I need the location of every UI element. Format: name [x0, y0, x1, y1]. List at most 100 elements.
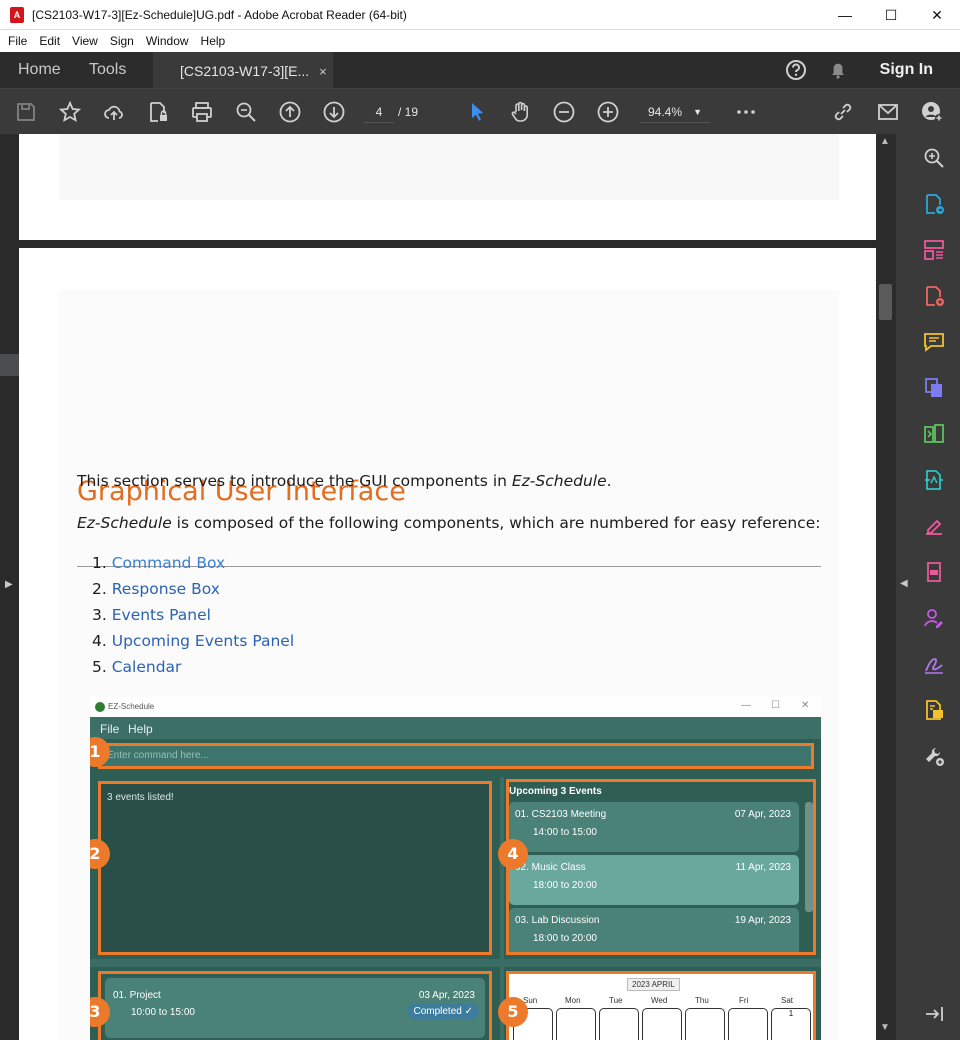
more-options-icon[interactable]	[734, 100, 758, 124]
collapse-pane-icon[interactable]: ◀	[900, 578, 908, 589]
share-link-icon[interactable]	[831, 100, 855, 124]
fill-sign-tool-icon[interactable]	[922, 514, 946, 538]
link-events-panel[interactable]: Events Panel	[112, 606, 211, 624]
bookmark-star-icon[interactable]	[58, 100, 82, 124]
scan-document-tool-icon[interactable]	[922, 560, 946, 584]
collapse-tools-icon[interactable]	[922, 1002, 946, 1026]
menu-file[interactable]: File	[2, 34, 33, 48]
combine-files-tool-icon[interactable]	[922, 376, 946, 400]
menu-view[interactable]: View	[66, 34, 104, 48]
screenshot-menu-file: File	[100, 722, 120, 736]
export-pdf-tool-icon[interactable]	[922, 192, 946, 216]
print-icon[interactable]	[190, 100, 214, 124]
scroll-up-icon[interactable]: ▲	[880, 136, 890, 147]
components-list: 1. Command Box 2. Response Box 3. Events…	[92, 550, 294, 680]
tab-bar: Home Tools [CS2103-W17-3][E... × Sign In	[0, 52, 960, 88]
link-calendar[interactable]: Calendar	[112, 658, 182, 676]
close-window-button[interactable]: ✕	[914, 0, 960, 30]
document-viewport[interactable]: ▶ Graphical User Interface This section …	[0, 134, 896, 1040]
compare-files-tool-icon[interactable]	[922, 422, 946, 446]
upcoming-header: Upcoming 3 Events	[509, 786, 602, 797]
title-bar: A [CS2103-W17-3][Ez-Schedule]UG.pdf - Ad…	[0, 0, 960, 30]
expand-left-panel-icon[interactable]: ▶	[5, 579, 13, 590]
link-response-box[interactable]: Response Box	[112, 580, 220, 598]
next-page-icon[interactable]	[322, 100, 346, 124]
event-time: 18:00 to 20:00	[533, 933, 597, 944]
menu-help[interactable]: Help	[195, 34, 232, 48]
link-command-box[interactable]: Command Box	[112, 554, 225, 572]
more-tools-icon[interactable]	[922, 744, 946, 768]
day-header: Sat	[781, 996, 794, 1005]
organize-pages-tool-icon[interactable]	[922, 238, 946, 262]
page-number-input[interactable]: 4	[364, 101, 394, 123]
menu-window[interactable]: Window	[140, 34, 195, 48]
chevron-down-icon: ▼	[693, 107, 702, 117]
sign-in-button[interactable]: Sign In	[880, 52, 933, 88]
event-title: 01. Project	[113, 990, 161, 1001]
menu-bar: File Edit View Sign Window Help	[0, 30, 960, 52]
completed-badge: Completed ✓	[407, 1004, 479, 1019]
tab-document-label: [CS2103-W17-3][E...	[180, 63, 310, 79]
list-number: 5.	[92, 658, 107, 676]
screenshot-window-title: EZ-Schedule	[108, 702, 155, 711]
create-pdf-tool-icon[interactable]	[922, 284, 946, 308]
certificate-sign-tool-icon[interactable]	[922, 652, 946, 676]
upcoming-event-card: 02. Music Class 18:00 to 20:00 11 Apr, 2…	[509, 855, 799, 905]
calendar-panel: 2023 APRIL Sun Mon Tue Wed Thu Fri Sat 1	[506, 971, 816, 1040]
tab-tools[interactable]: Tools	[89, 52, 126, 88]
pdf-page-3	[19, 134, 876, 240]
day-header: Fri	[739, 996, 749, 1005]
menu-sign[interactable]: Sign	[104, 34, 140, 48]
scroll-down-icon[interactable]: ▼	[880, 1022, 890, 1033]
event-date: 11 Apr, 2023	[735, 862, 791, 873]
list-item: 1. Command Box	[92, 550, 294, 576]
close-tab-icon[interactable]: ×	[319, 64, 327, 79]
list-item: 3. Events Panel	[92, 602, 294, 628]
calendar-cell	[599, 1008, 639, 1040]
callout-badge: 4	[498, 839, 528, 869]
callout-badge: 5	[498, 997, 528, 1027]
window-title: [CS2103-W17-3][Ez-Schedule]UG.pdf - Adob…	[32, 7, 407, 22]
upload-cloud-icon[interactable]	[102, 100, 126, 124]
tab-document[interactable]: [CS2103-W17-3][E... ×	[153, 52, 333, 88]
zoom-level-select[interactable]: 94.4% ▼	[640, 101, 710, 123]
link-upcoming-events-panel[interactable]: Upcoming Events Panel	[112, 632, 294, 650]
previous-page-icon[interactable]	[278, 100, 302, 124]
request-signature-tool-icon[interactable]	[922, 606, 946, 630]
notifications-bell-icon[interactable]	[827, 59, 849, 81]
zoom-in-icon[interactable]	[596, 100, 620, 124]
select-cursor-icon[interactable]	[465, 100, 489, 124]
gui-screenshot: EZ-Schedule — ☐ ✕ File Help Enter comman…	[90, 697, 821, 1040]
screenshot-menu-help: Help	[128, 722, 153, 736]
intro-text: This section serves to introduce the GUI…	[77, 472, 512, 490]
search-zoom-tool-icon[interactable]	[922, 146, 946, 170]
event-time: 10:00 to 15:00	[131, 1007, 195, 1018]
comment-tool-icon[interactable]	[922, 330, 946, 354]
maximize-button[interactable]: ☐	[868, 0, 914, 30]
event-time: 18:00 to 20:00	[533, 880, 597, 891]
edit-pdf-tool-icon[interactable]	[922, 468, 946, 492]
zoom-search-icon[interactable]	[234, 100, 258, 124]
email-icon[interactable]	[876, 100, 900, 124]
upcoming-events-panel: Upcoming 3 Events 01. CS2103 Meeting 14:…	[506, 779, 816, 955]
add-person-icon[interactable]	[920, 100, 944, 124]
calendar-cell	[685, 1008, 725, 1040]
vertical-scrollbar[interactable]: ▲ ▼	[876, 134, 896, 1040]
event-title: 02. Music Class	[515, 862, 586, 873]
intro-text-end: .	[606, 472, 612, 490]
menu-edit[interactable]: Edit	[33, 34, 66, 48]
protect-file-icon[interactable]	[146, 100, 170, 124]
scrollbar-thumb[interactable]	[879, 284, 892, 320]
help-icon[interactable]	[785, 59, 807, 81]
calendar-cell	[642, 1008, 682, 1040]
tab-home[interactable]: Home	[18, 52, 61, 88]
toolbar: 4 / 19 94.4% ▼	[0, 88, 960, 134]
screenshot-titlebar: EZ-Schedule — ☐ ✕	[90, 697, 821, 717]
panel-divider	[90, 959, 821, 967]
zoom-out-icon[interactable]	[552, 100, 576, 124]
minimize-button[interactable]: —	[822, 0, 868, 30]
hand-tool-icon[interactable]	[508, 100, 532, 124]
calendar-cell: 1	[771, 1008, 811, 1040]
save-icon[interactable]	[14, 100, 38, 124]
stamp-note-tool-icon[interactable]	[922, 698, 946, 722]
